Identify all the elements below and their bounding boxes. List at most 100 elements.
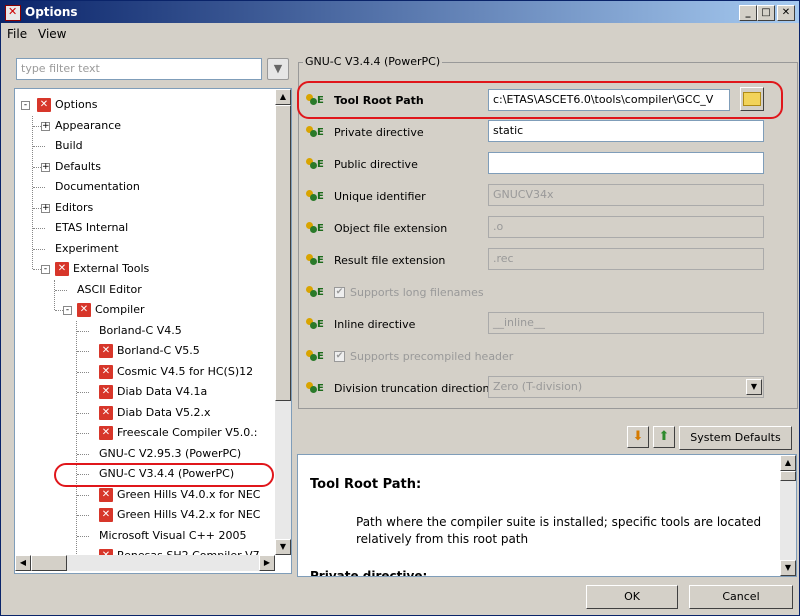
highlight-oval-tree: [54, 463, 274, 487]
division-truncation-select: Zero (T-division): [488, 376, 764, 398]
object-file-extension-field: .o: [488, 216, 764, 238]
tree-item[interactable]: External Tools: [73, 259, 149, 279]
tree-item[interactable]: Experiment: [55, 239, 119, 259]
help-body: Path where the compiler suite is install…: [356, 515, 762, 546]
tree-connector: [33, 146, 45, 148]
private-directive-label: Private directive: [334, 126, 424, 139]
expand-icon[interactable]: +: [41, 162, 50, 172]
minimize-button[interactable]: _: [739, 5, 757, 21]
export-icon: ⬆: [658, 429, 670, 444]
tree-item[interactable]: Borland-C V5.5: [117, 341, 200, 361]
private-directive-field[interactable]: static: [488, 120, 764, 142]
unique-identifier-field: GNUCV34x: [488, 184, 764, 206]
property-icon: E: [306, 222, 324, 236]
property-icon: E: [306, 318, 324, 332]
tree-item[interactable]: Build: [55, 136, 83, 156]
tree-connector: [33, 228, 45, 230]
title-bar[interactable]: Options _ □ ✕: [1, 1, 799, 23]
collapse-icon[interactable]: -: [41, 265, 50, 274]
public-directive-label: Public directive: [334, 158, 418, 171]
supports-long-filenames-checkbox: ✔: [334, 287, 345, 298]
tree-connector: [77, 412, 89, 415]
property-icon: E: [306, 190, 324, 204]
scroll-down-icon[interactable]: ▼: [275, 539, 291, 555]
error-icon: ✕: [99, 508, 113, 522]
division-truncation-value: Zero (T-division): [493, 380, 583, 393]
error-icon: ✕: [99, 344, 113, 358]
ok-button[interactable]: OK: [586, 585, 678, 609]
scroll-thumb[interactable]: [275, 105, 291, 401]
collapse-icon[interactable]: -: [21, 101, 30, 110]
tree-item[interactable]: Green Hills V4.2.x for NEC: [117, 505, 260, 525]
tree-item[interactable]: Appearance: [55, 116, 121, 136]
help-scroll-down-icon[interactable]: ▼: [780, 560, 796, 576]
tree-item[interactable]: Options: [55, 95, 97, 115]
tree-item[interactable]: Editors: [55, 198, 93, 218]
public-directive-field[interactable]: [488, 152, 764, 174]
property-icon: E: [306, 126, 324, 140]
tree-connector: [33, 187, 45, 189]
filter-input[interactable]: type filter text: [16, 58, 262, 80]
error-icon: ✕: [77, 303, 91, 317]
property-icon: E: [306, 286, 324, 300]
tree-item[interactable]: Diab Data V5.2.x: [117, 403, 211, 423]
tree-connector: [33, 248, 45, 251]
export-button[interactable]: ⬆: [653, 426, 675, 448]
scroll-up-icon[interactable]: ▲: [275, 89, 291, 105]
property-icon: E: [306, 158, 324, 172]
system-defaults-button[interactable]: System Defaults: [679, 426, 792, 450]
unique-identifier-label: Unique identifier: [334, 190, 426, 203]
help-scroll-thumb[interactable]: [780, 471, 796, 481]
error-icon: ✕: [99, 385, 113, 399]
import-button[interactable]: ⬇: [627, 426, 649, 448]
help-scroll-up-icon[interactable]: ▲: [780, 455, 796, 471]
error-icon: ✕: [99, 426, 113, 440]
scroll-left-icon[interactable]: ◀: [15, 555, 31, 571]
error-icon: ✕: [37, 98, 51, 112]
help-next-heading: Private directive:: [310, 569, 428, 577]
tree-item[interactable]: ETAS Internal: [55, 218, 128, 238]
tree-item[interactable]: Compiler: [95, 300, 145, 320]
app-icon: [5, 5, 21, 21]
hscroll-thumb[interactable]: [31, 555, 67, 571]
close-button[interactable]: ✕: [777, 5, 795, 21]
tree-item[interactable]: ASCII Editor: [77, 280, 142, 300]
tree-item[interactable]: Defaults: [55, 157, 101, 177]
tree-vertical-scrollbar[interactable]: ▲ ▼: [275, 89, 291, 555]
tree-item[interactable]: GNU-C V2.95.3 (PowerPC): [99, 444, 241, 464]
tree-item[interactable]: Borland-C V4.5: [99, 321, 182, 341]
result-file-extension-field: .rec: [488, 248, 764, 270]
tree-item[interactable]: Diab Data V4.1a: [117, 382, 207, 402]
help-scrollbar[interactable]: ▲ ▼: [780, 455, 796, 576]
error-icon: ✕: [99, 405, 113, 420]
maximize-button[interactable]: □: [757, 5, 775, 21]
tree-connector: [76, 320, 78, 556]
expand-icon[interactable]: +: [41, 203, 50, 213]
scroll-right-icon[interactable]: ▶: [259, 555, 275, 571]
options-tree: - ✕ Options + Appearance Build + Defaults Docume…: [14, 88, 292, 574]
menu-file[interactable]: File: [7, 27, 27, 41]
help-pane: Tool Root Path: Path where the compiler …: [297, 454, 797, 577]
tree-connector: [77, 392, 89, 394]
tree-connector: [32, 115, 34, 269]
tree-item[interactable]: Microsoft Visual C++ 2005: [99, 526, 247, 546]
supports-long-filenames-label: Supports long filenames: [350, 286, 484, 299]
expand-icon[interactable]: +: [41, 121, 50, 131]
tree-connector: [77, 330, 89, 333]
tree-item[interactable]: Documentation: [55, 177, 140, 197]
tree-horizontal-scrollbar[interactable]: ◀ ▶: [15, 555, 275, 571]
tree-item[interactable]: Cosmic V4.5 for HC(S)12: [117, 362, 253, 382]
highlight-oval-tool-root: [297, 81, 783, 119]
filter-clear-icon[interactable]: ▼: [267, 58, 289, 80]
tree-connector: [77, 494, 89, 497]
tree-item[interactable]: Freescale Compiler V5.0.:: [117, 423, 257, 443]
tree-connector: [77, 453, 89, 456]
error-icon: ✕: [99, 487, 113, 502]
collapse-icon[interactable]: -: [63, 306, 72, 315]
tree-connector: [55, 289, 67, 292]
tree-item[interactable]: Green Hills V4.0.x for NEC: [117, 485, 260, 505]
inline-directive-label: Inline directive: [334, 318, 416, 331]
menu-view[interactable]: View: [38, 27, 66, 41]
property-icon: E: [306, 254, 324, 268]
cancel-button[interactable]: Cancel: [689, 585, 793, 609]
